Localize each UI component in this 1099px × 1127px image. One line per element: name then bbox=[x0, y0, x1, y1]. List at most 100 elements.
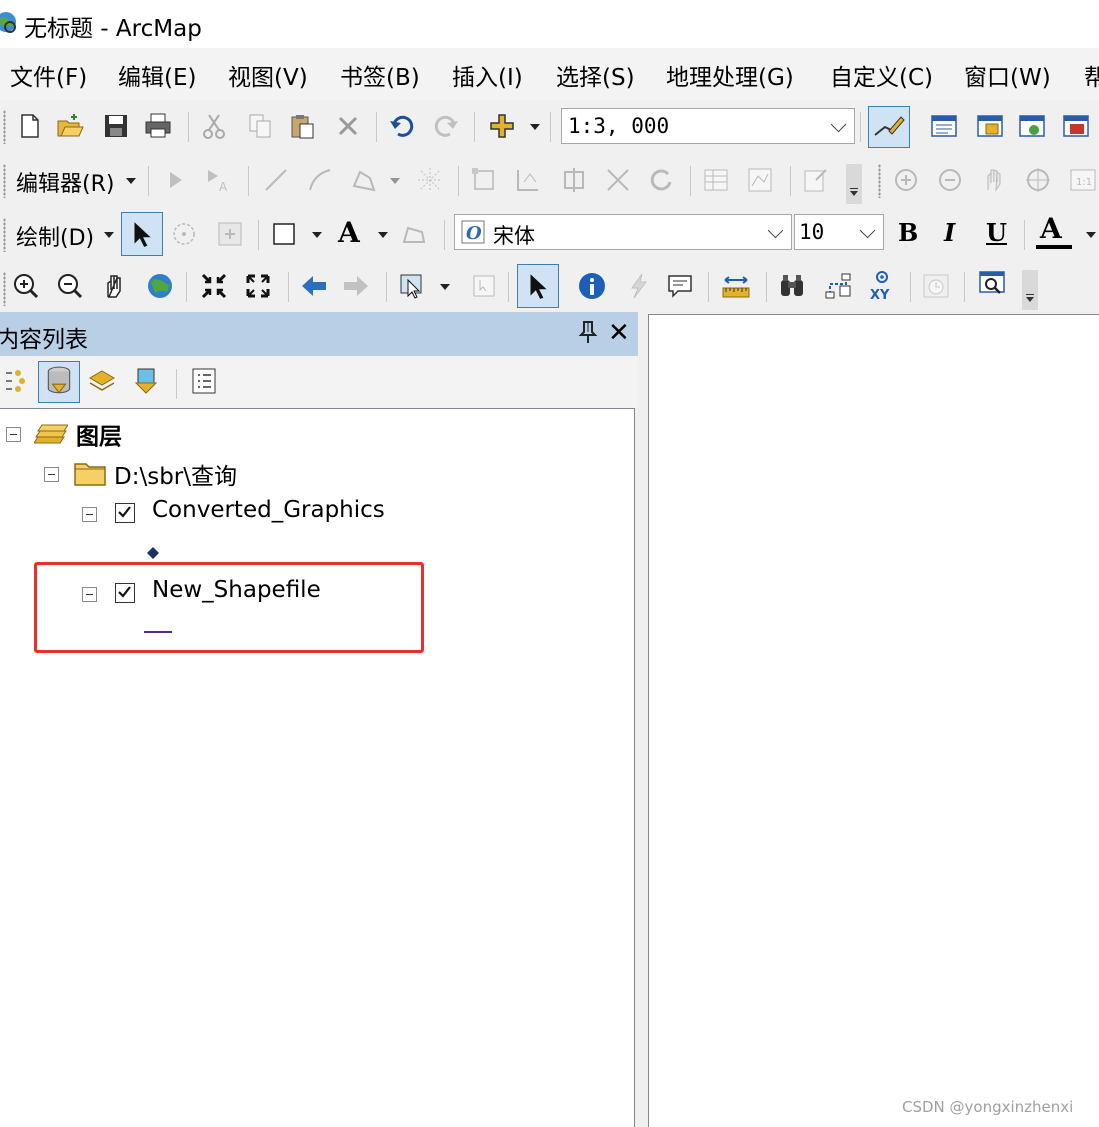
menu-edit[interactable]: 编辑(E) bbox=[118, 58, 196, 92]
add-data-dropdown-arrow[interactable] bbox=[530, 124, 540, 130]
font-size-combo[interactable]: 10 bbox=[794, 214, 884, 250]
list-by-drawing-order-icon[interactable] bbox=[2, 367, 30, 395]
list-by-visibility-icon[interactable] bbox=[88, 367, 116, 395]
identify-icon[interactable] bbox=[578, 272, 606, 300]
go-forward-arrow-icon[interactable] bbox=[342, 272, 370, 300]
menu-file[interactable]: 文件(F) bbox=[10, 58, 87, 92]
zoom-out-icon[interactable] bbox=[56, 272, 84, 300]
find-binoculars-icon[interactable] bbox=[778, 272, 806, 300]
list-by-selection-icon[interactable] bbox=[132, 367, 160, 395]
toolbar-grip[interactable] bbox=[3, 110, 6, 144]
attributes-icon[interactable] bbox=[702, 166, 730, 194]
layer-name-converted-graphics[interactable]: Converted_Graphics bbox=[152, 497, 385, 523]
menu-geoprocessing[interactable]: 地理处理(G) bbox=[666, 58, 794, 92]
chevron-down-icon[interactable] bbox=[767, 222, 784, 239]
zoom-out-fixed-icon[interactable] bbox=[936, 166, 964, 194]
rotate-icon[interactable] bbox=[648, 166, 676, 194]
layers-root-label[interactable]: 图层 bbox=[76, 417, 122, 451]
fixed-zoom-in-icon[interactable] bbox=[200, 272, 228, 300]
menu-customize[interactable]: 自定义(C) bbox=[830, 58, 933, 92]
layer-visibility-checkbox[interactable] bbox=[115, 503, 135, 523]
pin-icon[interactable] bbox=[578, 320, 598, 350]
reshape-feature-icon[interactable] bbox=[514, 166, 542, 194]
pan-page-icon[interactable] bbox=[980, 166, 1008, 194]
time-slider-icon[interactable] bbox=[922, 272, 950, 300]
toolbar-grip[interactable] bbox=[3, 218, 6, 252]
toolbar-grip[interactable] bbox=[3, 164, 6, 198]
paste-icon[interactable] bbox=[288, 112, 316, 140]
editor-menu[interactable]: 编辑器(R) bbox=[16, 166, 114, 198]
edit-annotation-icon[interactable]: A bbox=[204, 166, 232, 194]
select-elements-button[interactable] bbox=[121, 212, 163, 256]
collapse-layer-toggle[interactable] bbox=[82, 507, 97, 522]
clear-selection-icon[interactable] bbox=[470, 272, 498, 300]
select-elements-button-2[interactable] bbox=[517, 264, 559, 308]
toolbar-overflow-button[interactable] bbox=[846, 164, 862, 204]
cut-polygons-icon[interactable] bbox=[560, 166, 588, 194]
delete-icon[interactable] bbox=[334, 112, 362, 140]
italic-button[interactable]: I bbox=[944, 218, 955, 247]
font-name-combo[interactable]: O 宋体 bbox=[454, 214, 792, 250]
scale-combo[interactable]: 1:3, 000 bbox=[561, 108, 855, 144]
full-extent-page-icon[interactable] bbox=[1024, 166, 1052, 194]
toolbar-grip[interactable] bbox=[878, 164, 881, 198]
menu-selection[interactable]: 选择(S) bbox=[556, 58, 635, 92]
full-extent-globe-icon[interactable] bbox=[146, 272, 174, 300]
catalog-window-icon[interactable] bbox=[976, 112, 1004, 140]
edit-vertices-draw-icon[interactable] bbox=[400, 220, 428, 248]
add-data-icon[interactable] bbox=[488, 112, 516, 140]
editor-dropdown-arrow[interactable] bbox=[126, 178, 136, 184]
sketch-properties-icon[interactable] bbox=[746, 166, 774, 194]
editor-toolbar-button[interactable] bbox=[868, 106, 910, 148]
rectangle-icon[interactable] bbox=[270, 220, 298, 248]
select-features-dropdown-arrow[interactable] bbox=[440, 284, 450, 290]
zoom-in-fixed-icon[interactable] bbox=[892, 166, 920, 194]
zoom-100-icon[interactable]: 1:1 bbox=[1068, 166, 1096, 194]
construction-dropdown-arrow[interactable] bbox=[390, 178, 400, 184]
menu-windows[interactable]: 窗口(W) bbox=[964, 58, 1051, 92]
menu-bookmarks[interactable]: 书签(B) bbox=[340, 58, 420, 92]
copy-icon[interactable] bbox=[246, 112, 274, 140]
hyperlink-lightning-icon[interactable] bbox=[624, 272, 652, 300]
fixed-zoom-out-icon[interactable] bbox=[244, 272, 272, 300]
toolbar-grip[interactable] bbox=[3, 272, 6, 306]
split-line-icon[interactable] bbox=[604, 166, 632, 194]
create-features-icon[interactable] bbox=[802, 166, 830, 194]
open-folder-icon[interactable] bbox=[56, 112, 84, 140]
split-tool-icon[interactable] bbox=[416, 166, 444, 194]
print-icon[interactable] bbox=[144, 112, 172, 140]
underline-button[interactable]: U bbox=[986, 218, 1007, 247]
menu-help[interactable]: 帮 bbox=[1084, 58, 1099, 92]
font-color-button[interactable]: A bbox=[1040, 212, 1062, 245]
map-display[interactable] bbox=[648, 314, 1099, 1127]
undo-icon[interactable] bbox=[388, 112, 416, 140]
endpoint-arc-icon[interactable] bbox=[306, 166, 334, 194]
magnifier-window-icon[interactable] bbox=[978, 270, 1006, 298]
edit-vertices-icon[interactable] bbox=[470, 166, 498, 194]
toc-window-icon[interactable] bbox=[930, 112, 958, 140]
text-dropdown-arrow[interactable] bbox=[378, 232, 388, 238]
arctoolbox-icon[interactable] bbox=[1062, 112, 1090, 140]
zoom-in-icon[interactable] bbox=[12, 272, 40, 300]
edit-tool-icon[interactable] bbox=[162, 166, 190, 194]
straight-segment-icon[interactable] bbox=[262, 166, 290, 194]
menu-insert[interactable]: 插入(I) bbox=[452, 58, 523, 92]
rotate-element-icon[interactable] bbox=[170, 220, 198, 248]
chevron-down-icon[interactable] bbox=[830, 116, 847, 133]
font-color-dropdown-arrow[interactable] bbox=[1086, 232, 1096, 238]
save-icon[interactable] bbox=[102, 112, 130, 140]
draw-dropdown-arrow[interactable] bbox=[104, 232, 114, 238]
select-features-icon[interactable] bbox=[398, 272, 426, 300]
source-folder-label[interactable]: D:\sbr\查询 bbox=[114, 457, 237, 491]
new-document-icon[interactable] bbox=[16, 112, 44, 140]
collapse-folder-toggle[interactable] bbox=[44, 467, 59, 482]
html-popup-icon[interactable] bbox=[666, 272, 694, 300]
draw-menu[interactable]: 绘制(D) bbox=[16, 220, 94, 252]
pan-hand-icon[interactable] bbox=[100, 272, 128, 300]
list-by-source-button[interactable] bbox=[38, 361, 80, 403]
close-icon[interactable]: ✕ bbox=[608, 318, 630, 348]
zoom-to-selected-element-icon[interactable] bbox=[216, 220, 244, 248]
search-window-icon[interactable] bbox=[1018, 112, 1046, 140]
toc-options-icon[interactable] bbox=[190, 367, 218, 395]
go-back-arrow-icon[interactable] bbox=[300, 272, 328, 300]
